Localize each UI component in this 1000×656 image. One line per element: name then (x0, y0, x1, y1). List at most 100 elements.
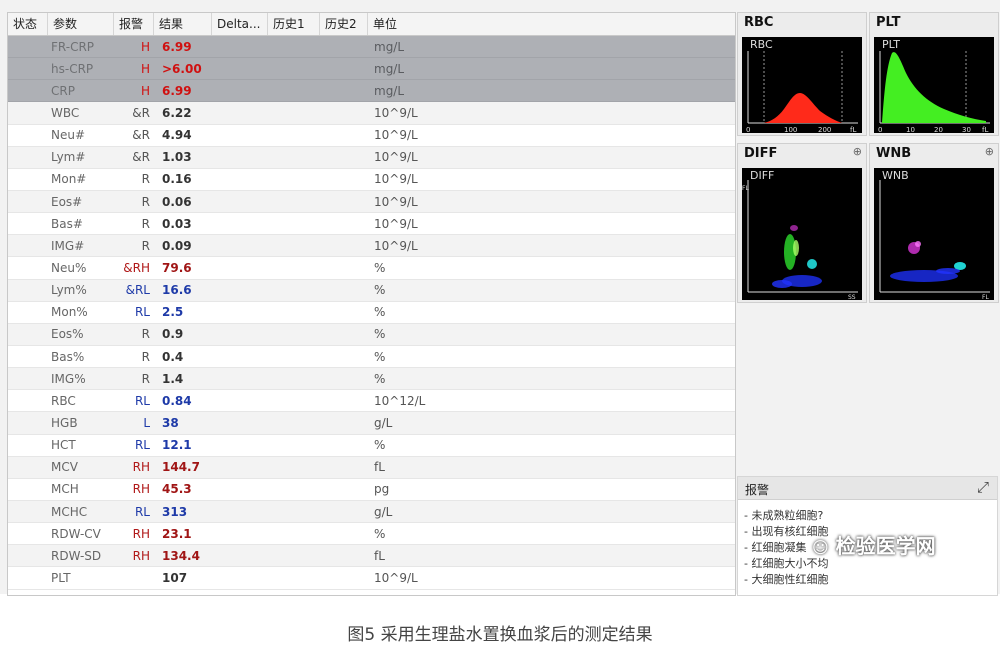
flag-cell: RH (132, 548, 150, 563)
param-cell: Neu% (51, 260, 87, 275)
table-row[interactable]: CRP H 6.99 mg/L (8, 80, 735, 103)
table-row[interactable]: Bas# R 0.03 10^9/L (8, 213, 735, 236)
result-cell: 45.3 (162, 482, 192, 497)
table-row[interactable]: Neu# &R 4.94 10^9/L (8, 125, 735, 147)
table-row[interactable]: FR-CRP H 6.99 mg/L (8, 36, 735, 59)
param-cell: IMG# (51, 238, 85, 253)
table-row[interactable]: Lym# &R 1.03 10^9/L (8, 146, 735, 169)
param-cell: RBC (51, 393, 76, 408)
unit-cell: % (374, 283, 386, 298)
unit-cell: 10^9/L (374, 194, 418, 209)
table-row[interactable]: Eos# R 0.06 10^9/L (8, 190, 735, 214)
col-delta-header[interactable]: Delta... (212, 13, 268, 35)
magnifier-icon[interactable]: ⊕ (985, 145, 994, 158)
result-cell: 107 (162, 570, 188, 585)
col-unit-header[interactable]: 单位 (368, 13, 518, 35)
table-row[interactable]: RBC RL 0.84 10^12/L (8, 390, 735, 413)
col-history1-header[interactable]: 历史1 (268, 13, 320, 35)
flag-cell: H (140, 83, 150, 98)
table-row[interactable]: IMG# R 0.09 10^9/L (8, 235, 735, 258)
diff-scatterplot[interactable]: DIFF SS FL (742, 168, 862, 300)
wnb-scatterplot[interactable]: WNB FL (874, 168, 994, 300)
param-cell: Mon% (51, 305, 88, 320)
diff-scatter-graphic: SS FL (742, 180, 858, 300)
alarm-item: - 大细胞性红细胞 (744, 573, 829, 586)
table-row[interactable]: Eos% R 0.9% (8, 323, 735, 346)
table-row[interactable]: PLT 107 10^9/L (8, 567, 735, 590)
unit-cell: % (374, 305, 386, 320)
col-flag-header[interactable]: 报警 (114, 13, 154, 35)
param-cell: hs-CRP (51, 61, 94, 76)
col-status-header[interactable]: 状态 (8, 13, 48, 35)
unit-cell: % (374, 371, 386, 386)
col-history2-header[interactable]: 历史2 (320, 13, 368, 35)
flag-cell: L (143, 415, 150, 430)
magnifier-icon[interactable]: ⊕ (853, 145, 862, 158)
table-row[interactable]: WBC &R 6.22 10^9/L (8, 102, 735, 125)
result-cell: 0.84 (162, 393, 192, 408)
result-cell: 0.16 (162, 172, 192, 187)
param-cell: Bas% (51, 349, 85, 364)
param-cell: FR-CRP (51, 39, 95, 54)
col-param-header[interactable]: 参数 (48, 13, 114, 35)
table-row[interactable]: Lym% &RL 16.6% (8, 279, 735, 302)
plt-histogram-graphic: 0 10 20 30 fL (878, 51, 990, 133)
table-row[interactable]: Mon% RL 2.5% (8, 302, 735, 324)
param-cell: IMG% (51, 371, 86, 386)
flag-cell: RL (134, 393, 150, 408)
param-cell: Bas# (51, 216, 83, 231)
table-row[interactable]: Mon# R 0.16 10^9/L (8, 169, 735, 191)
flag-cell: R (141, 349, 150, 364)
unit-cell: mg/L (374, 61, 405, 76)
unit-cell: fL (374, 460, 385, 475)
rbc-tick-3: fL (850, 126, 856, 133)
table-row[interactable]: HGB L 38 g/L (8, 412, 735, 435)
result-cell: 6.22 (162, 105, 192, 120)
unit-cell: 10^9/L (374, 172, 418, 187)
flag-cell: R (141, 327, 150, 342)
result-cell: 144.7 (162, 460, 200, 475)
table-row[interactable]: MCH RH 45.3 pg (8, 479, 735, 501)
param-cell: RDW-CV (51, 526, 101, 541)
wnb-x-axis-label: FL (982, 294, 989, 300)
table-row[interactable]: Neu% &RH 79.6% (8, 257, 735, 280)
plt-tick-4: fL (982, 126, 988, 133)
flag-cell: &R (132, 150, 150, 165)
result-cell: 313 (162, 504, 188, 519)
unit-cell: 10^12/L (374, 393, 426, 408)
table-row[interactable]: HCT RL 12.1% (8, 435, 735, 457)
flag-cell: RL (134, 438, 150, 453)
param-cell: Neu# (51, 128, 86, 143)
unit-cell: fL (374, 548, 385, 563)
table-header: 状态 参数 报警 结果 Delta... 历史1 历史2 单位 (8, 13, 735, 36)
result-cell: 6.99 (162, 83, 192, 98)
plt-tick-0: 0 (878, 126, 882, 133)
table-row[interactable]: MCHC RL 313 g/L (8, 500, 735, 524)
diff-y-axis-label: FL (742, 185, 749, 192)
unit-cell: % (374, 327, 386, 342)
expand-icon[interactable]: ⤢ (977, 478, 989, 496)
table-row[interactable]: RDW-CV RH 23.1% (8, 523, 735, 546)
table-row[interactable]: Bas% R 0.4% (8, 346, 735, 369)
table-row[interactable]: RDW-SD RH 134.4 fL (8, 545, 735, 568)
figure-caption: 图5 采用生理盐水置换血浆后的测定结果 (347, 625, 653, 645)
result-cell: 38 (162, 415, 179, 430)
rbc-histogram[interactable]: RBC 0 100 200 fL (742, 37, 862, 133)
table-row[interactable]: MCV RH 144.7 fL (8, 456, 735, 479)
flag-cell: R (141, 172, 150, 187)
results-table: 状态 参数 报警 结果 Delta... 历史1 历史2 单位 FR-CRP H 6… (7, 12, 736, 596)
plt-histogram[interactable]: PLT 0 10 20 30 fL (874, 37, 994, 133)
table-row[interactable]: hs-CRP H >6.00 mg/L (8, 58, 735, 81)
table-row[interactable]: IMG% R 1.4% (8, 368, 735, 391)
flag-cell: RL (134, 504, 150, 519)
param-cell: Mon# (51, 172, 87, 187)
result-cell: 1.4 (162, 371, 184, 386)
param-cell: Lym# (51, 150, 86, 165)
rbc-panel-title: RBC (744, 15, 774, 30)
param-cell: HCT (51, 438, 76, 453)
result-cell: 0.03 (162, 216, 192, 231)
param-cell: RDW-SD (51, 548, 102, 563)
wechat-icon: ☺ (812, 538, 829, 557)
col-result-header[interactable]: 结果 (154, 13, 212, 35)
result-cell: >6.00 (162, 61, 202, 76)
